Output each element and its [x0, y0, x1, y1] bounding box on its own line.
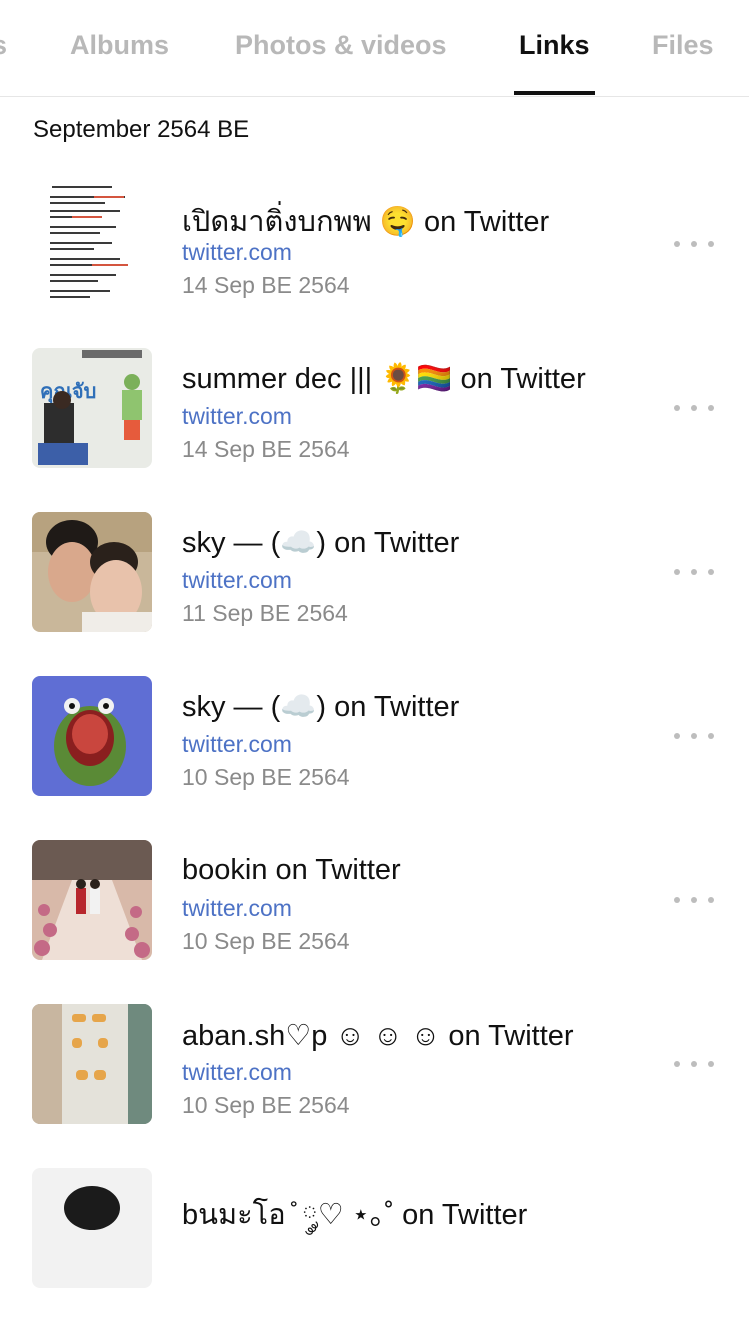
link-row[interactable]: sky — (☁️) on Twitter twitter.com 10 Sep… [0, 676, 749, 840]
tab-links[interactable]: Links [519, 30, 590, 61]
link-thumbnail [32, 676, 152, 796]
section-header: September 2564 BE [33, 116, 250, 143]
tab-media[interactable]: s [0, 30, 7, 61]
link-thumbnail [32, 840, 152, 960]
link-title: เปิดมาติ่งบกพพ 🤤 on Twitter [182, 206, 550, 238]
link-row[interactable]: aban.sh♡p ☺︎ ☺︎ ☺︎ on Twitter twitter.co… [0, 1004, 749, 1168]
link-row[interactable]: sky — (☁️) on Twitter twitter.com 11 Sep… [0, 512, 749, 676]
link-row[interactable]: bookin on Twitter twitter.com 10 Sep BE … [0, 840, 749, 1004]
link-thumbnail [32, 1004, 152, 1124]
link-date: 10 Sep BE 2564 [182, 1092, 350, 1118]
link-row[interactable]: bนมะโอ ̊ ༘♡ ⋆｡˚ on Twitter [0, 1168, 749, 1332]
link-domain[interactable]: twitter.com [182, 403, 292, 430]
more-options-icon[interactable] [674, 724, 714, 748]
link-title: sky — (☁️) on Twitter [182, 691, 460, 723]
link-date: 10 Sep BE 2564 [182, 928, 350, 954]
link-row[interactable]: เปิดมาติ่งบกพพ 🤤 on Twitter twitter.com … [0, 184, 749, 348]
link-domain[interactable]: twitter.com [182, 731, 292, 758]
tab-bar: s Albums Photos & videos Links Files [0, 0, 749, 97]
link-thumbnail [32, 184, 152, 304]
more-options-icon[interactable] [674, 232, 714, 256]
link-domain[interactable]: twitter.com [182, 895, 292, 922]
link-domain[interactable]: twitter.com [182, 567, 292, 594]
more-options-icon[interactable] [674, 888, 714, 912]
link-title: bนมะโอ ̊ ༘♡ ⋆｡˚ on Twitter [182, 1199, 528, 1231]
link-row[interactable]: คุณจับ summer dec ||| 🌻🏳️‍🌈 on Twitter t… [0, 348, 749, 512]
link-thumbnail [32, 1168, 152, 1288]
tab-photos-videos[interactable]: Photos & videos [235, 30, 447, 61]
link-date: 11 Sep BE 2564 [182, 600, 348, 626]
link-title: aban.sh♡p ☺︎ ☺︎ ☺︎ on Twitter [182, 1020, 574, 1052]
link-thumbnail [32, 512, 152, 632]
link-domain[interactable]: twitter.com [182, 239, 292, 266]
tab-files[interactable]: Files [652, 30, 714, 61]
link-date: 10 Sep BE 2564 [182, 764, 350, 790]
link-domain[interactable]: twitter.com [182, 1059, 292, 1086]
link-date: 14 Sep BE 2564 [182, 272, 350, 298]
active-tab-indicator [514, 91, 595, 95]
link-title: bookin on Twitter [182, 854, 401, 886]
link-date: 14 Sep BE 2564 [182, 436, 350, 462]
link-title: summer dec ||| 🌻🏳️‍🌈 on Twitter [182, 363, 586, 395]
tab-albums[interactable]: Albums [70, 30, 169, 61]
link-thumbnail: คุณจับ [32, 348, 152, 468]
more-options-icon[interactable] [674, 1052, 714, 1076]
more-options-icon[interactable] [674, 560, 714, 584]
more-options-icon[interactable] [674, 396, 714, 420]
link-title: sky — (☁️) on Twitter [182, 527, 460, 559]
